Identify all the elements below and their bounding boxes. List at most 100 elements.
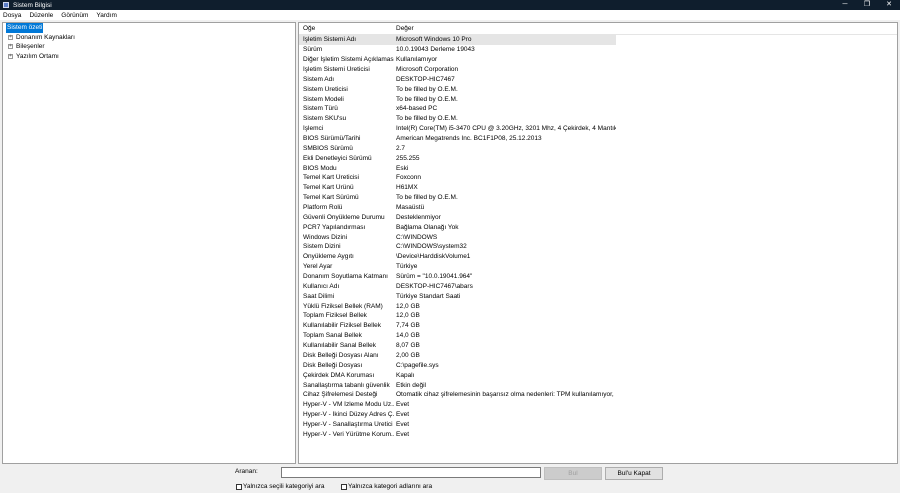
- table-row[interactable]: İşlemci Intel(R) Core(TM) i5-3470 CPU @ 3…: [299, 124, 616, 134]
- row-value: To be filled by O.E.M.: [396, 115, 458, 123]
- table-row[interactable]: PCR7 Yapılandırması Bağlama Olanağı Yok: [299, 222, 616, 232]
- row-value: Microsoft Corporation: [396, 66, 459, 73]
- tree-item-label: Yazılım Ortamı: [16, 52, 59, 60]
- close-find-button[interactable]: Bul'u Kapat: [605, 467, 663, 480]
- row-item: Sistem Üreticisi: [303, 85, 348, 93]
- table-row[interactable]: BIOS Sürümü/Tarihi American Megatrends In…: [299, 134, 616, 144]
- table-row[interactable]: Temel Kart Üreticisi Foxconn: [299, 173, 616, 183]
- row-item: İşlemci: [303, 125, 324, 133]
- details-list[interactable]: Öğe Değer İşletim Sistemi Adı Microsoft W…: [298, 22, 898, 464]
- minimize-button[interactable]: ─: [834, 0, 856, 10]
- menu-view[interactable]: Görünüm: [61, 12, 88, 19]
- table-row[interactable]: Çekirdek DMA Koruması Kapalı: [299, 370, 616, 380]
- row-item: Platform Rolü: [303, 204, 343, 212]
- checkbox-box[interactable]: [236, 483, 242, 490]
- expand-icon[interactable]: +: [8, 34, 13, 40]
- row-item: Kullanılabilir Sanal Bellek: [303, 342, 376, 350]
- row-item: Sistem Dizini: [303, 243, 341, 251]
- row-item: Sistem SKU'su: [303, 115, 347, 123]
- row-item: Windows Dizini: [303, 233, 348, 241]
- list-header: Öğe Değer: [299, 23, 897, 35]
- only-category-names-checkbox[interactable]: Yalnızca kategori adlarını ara: [341, 483, 432, 490]
- table-row[interactable]: İşletim Sistemi Üreticisi Microsoft Corpo…: [299, 65, 616, 75]
- column-header-item[interactable]: Öğe: [299, 25, 394, 32]
- table-row[interactable]: Temel Kart Ürünü H61MX: [299, 183, 616, 193]
- table-row[interactable]: Hyper-V - VM İzleme Modu Uz... Evet: [299, 400, 616, 410]
- row-value: Desteklenmiyor: [396, 213, 441, 221]
- menu-file[interactable]: Dosya: [3, 12, 21, 19]
- table-row[interactable]: Toplam Fiziksel Bellek 12,0 GB: [299, 311, 616, 321]
- table-row[interactable]: Platform Rolü Masaüstü: [299, 203, 616, 213]
- table-row[interactable]: Kullanılabilir Sanal Bellek 8,07 GB: [299, 341, 616, 351]
- expand-icon[interactable]: +: [8, 53, 13, 59]
- table-row[interactable]: Ekli Denetleyici Sürümü 255.255: [299, 153, 616, 163]
- table-row[interactable]: Sistem Modeli To be filled by O.E.M.: [299, 94, 616, 104]
- table-row[interactable]: BIOS Modu Eski: [299, 163, 616, 173]
- row-item: PCR7 Yapılandırması: [303, 223, 366, 231]
- column-header-value[interactable]: Değer: [394, 25, 616, 32]
- maximize-button[interactable]: ❐: [856, 0, 878, 10]
- tree-item-label: Donanım Kaynakları: [16, 33, 75, 41]
- tree-item-components[interactable]: + Bileşenler: [3, 42, 295, 52]
- table-row[interactable]: Yüklü Fiziksel Bellek (RAM) 12,0 GB: [299, 301, 616, 311]
- table-row[interactable]: Sistem Dizini C:\WINDOWS\system32: [299, 242, 616, 252]
- tree-item-label: Sistem özeti: [6, 23, 44, 33]
- table-row[interactable]: İşletim Sistemi Adı Microsoft Windows 10 …: [299, 35, 616, 45]
- row-value: Intel(R) Core(TM) i5-3470 CPU @ 3.20GHz,…: [396, 125, 616, 133]
- row-value: Foxconn: [396, 174, 421, 182]
- row-value: Evet: [396, 430, 410, 438]
- menu-help[interactable]: Yardım: [96, 12, 116, 19]
- row-item: Ekli Denetleyici Sürümü: [303, 154, 372, 162]
- table-row[interactable]: Kullanıcı Adı DESKTOP-HIC7467\abars: [299, 281, 616, 291]
- row-value: 12,0 GB: [396, 312, 420, 320]
- table-row[interactable]: Windows Dizini C:\WINDOWS: [299, 232, 616, 242]
- tree-item-system-summary[interactable]: Sistem özeti: [3, 23, 295, 33]
- table-row[interactable]: Saat Dilimi Türkiye Standart Saati: [299, 291, 616, 301]
- row-value: Türkiye Standart Saati: [396, 292, 461, 300]
- expand-icon[interactable]: +: [8, 44, 13, 50]
- table-row[interactable]: Donanım Soyutlama Katmanı Sürüm = "10.0.1…: [299, 272, 616, 282]
- table-row[interactable]: Kullanılabilir Fiziksel Bellek 7,74 GB: [299, 321, 616, 331]
- table-row[interactable]: Sistem Üreticisi To be filled by O.E.M.: [299, 84, 616, 94]
- row-value: C:\WINDOWS\system32: [396, 243, 467, 251]
- row-value: Kullanılamıyor: [396, 56, 438, 64]
- table-row[interactable]: Hyper-V - İkinci Düzey Adres Ç... Evet: [299, 410, 616, 420]
- row-value: Evet: [396, 420, 410, 428]
- table-row[interactable]: Hyper-V - Veri Yürütme Korum... Evet: [299, 429, 616, 439]
- table-row[interactable]: Toplam Sanal Bellek 14,0 GB: [299, 331, 616, 341]
- table-row[interactable]: Hyper-V - Sanallaştırma Üretici ... Evet: [299, 420, 616, 430]
- title-bar: Sistem Bilgisi ─ ❐ ✕: [0, 0, 900, 10]
- tree-item-hardware-resources[interactable]: + Donanım Kaynakları: [3, 33, 295, 43]
- table-row[interactable]: Sürüm 10.0.19043 Derleme 19043: [299, 45, 616, 55]
- row-item: Sistem Modeli: [303, 95, 344, 103]
- tree-item-software-environment[interactable]: + Yazılım Ortamı: [3, 52, 295, 62]
- only-selected-category-checkbox[interactable]: Yalnızca seçili kategoriyi ara: [236, 483, 325, 490]
- find-input[interactable]: [281, 467, 541, 478]
- table-row[interactable]: Önyükleme Aygıtı \Device\HarddiskVolume1: [299, 252, 616, 262]
- close-button[interactable]: ✕: [878, 0, 900, 10]
- checkbox-box[interactable]: [341, 483, 347, 490]
- row-item: Hyper-V - Veri Yürütme Korum...: [303, 430, 394, 438]
- row-value: Evet: [396, 401, 410, 409]
- table-row[interactable]: Disk Belleği Dosyası Alanı 2,00 GB: [299, 351, 616, 361]
- table-row[interactable]: Temel Kart Sürümü To be filled by O.E.M.: [299, 193, 616, 203]
- table-row[interactable]: Sistem Adı DESKTOP-HIC7467: [299, 74, 616, 84]
- menu-edit[interactable]: Düzenle: [29, 12, 53, 19]
- table-row[interactable]: Güvenli Önyükleme Durumu Desteklenmiyor: [299, 212, 616, 222]
- row-item: İşletim Sistemi Üreticisi: [303, 66, 370, 73]
- category-tree[interactable]: Sistem özeti + Donanım Kaynakları + Bileşe…: [2, 22, 296, 464]
- row-value: Bağlama Olanağı Yok: [396, 223, 459, 231]
- tree-item-label: Bileşenler: [16, 43, 45, 50]
- table-row[interactable]: Sanallaştırma tabanlı güvenlik Etkin deği…: [299, 380, 616, 390]
- row-value: 10.0.19043 Derleme 19043: [396, 46, 475, 54]
- row-item: Toplam Fiziksel Bellek: [303, 312, 367, 320]
- table-row[interactable]: Cihaz Şifrelemesi Desteği Otomatik cihaz …: [299, 390, 616, 400]
- table-row[interactable]: Sistem SKU'su To be filled by O.E.M.: [299, 114, 616, 124]
- table-row[interactable]: Yerel Ayar Türkiye: [299, 262, 616, 272]
- find-button[interactable]: Bul: [544, 467, 602, 480]
- table-row[interactable]: Disk Belleği Dosyası C:\pagefile.sys: [299, 360, 616, 370]
- row-value: 2.7: [396, 144, 406, 152]
- table-row[interactable]: SMBIOS Sürümü 2.7: [299, 143, 616, 153]
- table-row[interactable]: Diğer İşletim Sistemi Açıklaması Kullanıl…: [299, 55, 616, 65]
- table-row[interactable]: Sistem Türü x64-based PC: [299, 104, 616, 114]
